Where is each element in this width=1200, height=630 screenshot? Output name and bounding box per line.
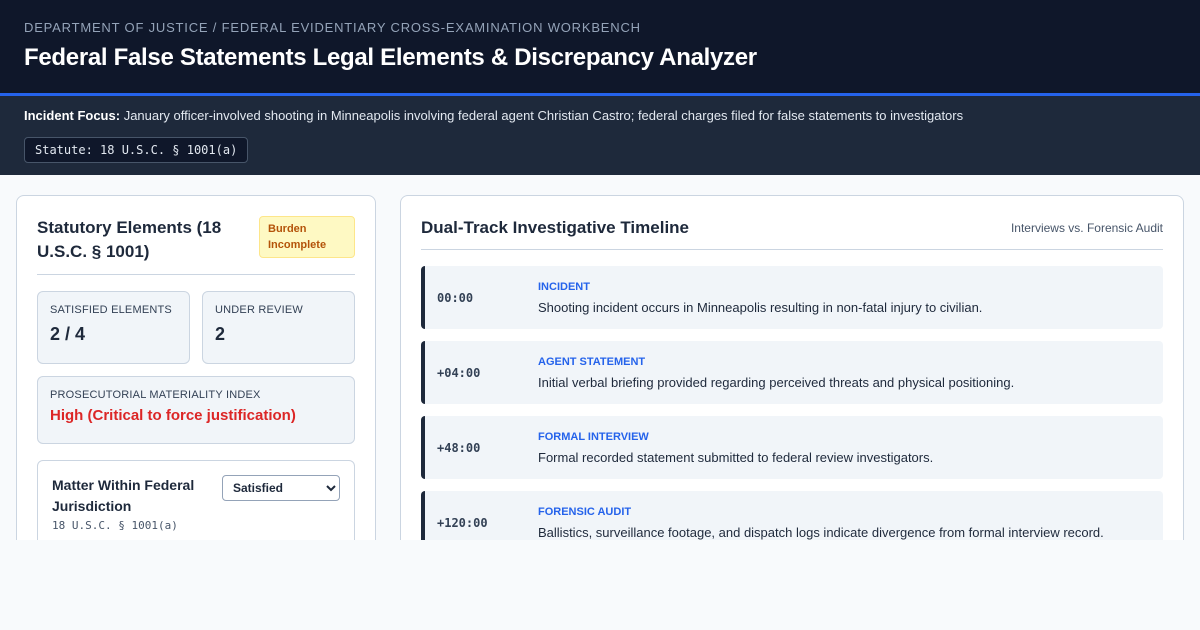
timeline-label: FORMAL INTERVIEW: [538, 430, 649, 443]
element-card-top: Matter Within Federal Jurisdiction 18 U.…: [52, 475, 340, 532]
page-header: DEPARTMENT OF JUSTICE / FEDERAL EVIDENTI…: [0, 0, 1200, 96]
element-card: Matter Within Federal Jurisdiction 18 U.…: [37, 460, 355, 540]
main-content: Statutory Elements (18 U.S.C. § 1001) Bu…: [0, 175, 1200, 540]
timeline-item[interactable]: 00:00 INCIDENT Shooting incident occurs …: [421, 266, 1163, 329]
timeline-panel: Dual-Track Investigative Timeline Interv…: [400, 195, 1184, 540]
timeline-content: INCIDENT Shooting incident occurs in Min…: [538, 281, 982, 315]
under-review-value: 2: [215, 324, 226, 344]
under-review-label: UNDER REVIEW: [215, 304, 303, 316]
satisfied-elements-label: SATISFIED ELEMENTS: [50, 304, 172, 316]
elements-panel-title: Statutory Elements (18 U.S.C. § 1001): [37, 218, 222, 261]
timeline-content: FORMAL INTERVIEW Formal recorded stateme…: [538, 431, 933, 465]
materiality-index-label: PROSECUTORIAL MATERIALITY INDEX: [50, 389, 261, 401]
timeline-item[interactable]: +04:00 AGENT STATEMENT Initial verbal br…: [421, 341, 1163, 404]
element-title: Matter Within Federal Jurisdiction: [52, 477, 195, 514]
under-review-card: UNDER REVIEW 2: [202, 291, 355, 364]
incident-focus-text: Incident Focus: January officer-involved…: [24, 108, 1176, 123]
statutory-elements-panel: Statutory Elements (18 U.S.C. § 1001) Bu…: [16, 195, 376, 540]
timeline-description: Formal recorded statement submitted to f…: [538, 449, 934, 465]
breadcrumb: DEPARTMENT OF JUSTICE / FEDERAL EVIDENTI…: [24, 20, 641, 35]
timeline-description: Shooting incident occurs in Minneapolis …: [538, 299, 983, 315]
materiality-index-value: High (Critical to force justification): [50, 407, 296, 424]
elements-stats-row: SATISFIED ELEMENTS 2 / 4 UNDER REVIEW 2: [37, 291, 355, 364]
statute-chip: Statute: 18 U.S.C. § 1001(a): [24, 137, 249, 163]
timeline-time: +04:00: [437, 365, 481, 380]
elements-panel-header: Statutory Elements (18 U.S.C. § 1001) Bu…: [37, 216, 355, 275]
timeline-item[interactable]: +120:00 FORENSIC AUDIT Ballistics, surve…: [421, 491, 1163, 540]
timeline-title: Dual-Track Investigative Timeline: [421, 217, 690, 237]
timeline-description: Initial verbal briefing provided regardi…: [538, 374, 1015, 390]
incident-focus-description: January officer-involved shooting in Min…: [123, 108, 964, 123]
timeline-time: 00:00: [437, 290, 474, 305]
element-citation: 18 U.S.C. § 1001(a): [52, 519, 178, 532]
element-info: Matter Within Federal Jurisdiction 18 U.…: [52, 475, 212, 532]
timeline-time: +48:00: [437, 440, 481, 455]
incident-focus-label: Incident Focus:: [24, 108, 121, 123]
incident-focus-bar: Incident Focus: January officer-involved…: [0, 96, 1200, 175]
materiality-index-card: PROSECUTORIAL MATERIALITY INDEX High (Cr…: [37, 376, 355, 444]
timeline-subtitle: Interviews vs. Forensic Audit: [1010, 220, 1163, 235]
satisfied-elements-value: 2 / 4: [50, 324, 86, 344]
page-title: Federal False Statements Legal Elements …: [24, 44, 757, 71]
timeline-item[interactable]: +48:00 FORMAL INTERVIEW Formal recorded …: [421, 416, 1163, 479]
timeline-description: Ballistics, surveillance footage, and di…: [538, 524, 1104, 540]
timeline-header: Dual-Track Investigative Timeline Interv…: [421, 216, 1163, 250]
satisfied-elements-card: SATISFIED ELEMENTS 2 / 4: [37, 291, 190, 364]
timeline-label: AGENT STATEMENT: [538, 355, 646, 368]
burden-status-badge: Burden Incomplete: [259, 216, 355, 258]
timeline-label: FORENSIC AUDIT: [538, 505, 632, 518]
timeline-label: INCIDENT: [538, 280, 590, 293]
element-status-select[interactable]: Satisfied: [222, 475, 340, 501]
timeline-list: 00:00 INCIDENT Shooting incident occurs …: [421, 266, 1163, 540]
timeline-content: AGENT STATEMENT Initial verbal briefing …: [538, 356, 1014, 390]
timeline-time: +120:00: [437, 515, 488, 530]
timeline-content: FORENSIC AUDIT Ballistics, surveillance …: [538, 506, 1104, 540]
